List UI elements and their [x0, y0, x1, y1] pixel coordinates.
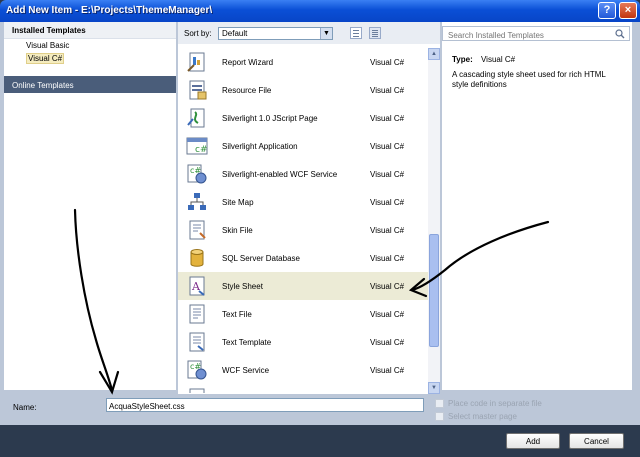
chevron-down-icon: ▼ — [431, 385, 437, 391]
template-categories: Installed Templates Visual Basic Visual … — [4, 22, 176, 390]
report-wizard-icon — [187, 52, 205, 72]
silverlight-app-icon: c# — [186, 137, 208, 155]
name-row: Name: Place code in separate file Select… — [0, 394, 640, 425]
database-icon — [190, 249, 204, 267]
dialog-body: Installed Templates Visual Basic Visual … — [0, 22, 640, 457]
text-file-icon — [189, 304, 205, 324]
details-pane: Type: Visual C# A cascading style sheet … — [442, 22, 632, 390]
template-row-silverlight-application[interactable]: c# Silverlight Application Visual C# — [178, 132, 428, 160]
partial-item-icon — [189, 388, 205, 393]
template-description: A cascading style sheet used for rich HT… — [452, 70, 606, 89]
template-language: Visual C# — [370, 254, 405, 263]
template-language: Visual C# — [370, 170, 405, 179]
cancel-button[interactable]: Cancel — [569, 433, 624, 449]
medium-icons-view-button[interactable] — [350, 27, 362, 39]
installed-templates-header[interactable]: Installed Templates — [4, 22, 176, 39]
template-language: Visual C# — [370, 366, 405, 375]
help-icon: ? — [603, 4, 611, 16]
add-button[interactable]: Add — [506, 433, 560, 449]
resource-file-icon — [189, 80, 207, 100]
template-language: Visual C# — [370, 58, 405, 67]
close-button[interactable]: × — [619, 2, 637, 19]
sort-value: Default — [222, 29, 248, 38]
help-button[interactable]: ? — [598, 2, 616, 19]
template-row-report-wizard[interactable]: Report Wizard Visual C# — [178, 48, 428, 76]
details-view-button[interactable] — [369, 27, 381, 39]
template-name: Text Template — [222, 338, 272, 347]
name-label: Name: — [13, 403, 37, 412]
scroll-up-button[interactable]: ▲ — [428, 48, 440, 60]
separate-code-label: Place code in separate file — [448, 399, 542, 408]
template-name: Resource File — [222, 86, 272, 95]
svg-text:c#: c# — [195, 145, 208, 155]
close-icon: × — [624, 4, 632, 16]
template-row-partial[interactable] — [178, 384, 428, 393]
template-name: Silverlight Application — [222, 142, 298, 151]
master-page-checkbox[interactable] — [435, 412, 444, 421]
separate-code-checkbox[interactable] — [435, 399, 444, 408]
title-bar: Add New Item - E:\Projects\ThemeManager\… — [0, 0, 640, 22]
template-name: Site Map — [222, 198, 254, 207]
text-template-icon — [189, 332, 205, 352]
template-name: SQL Server Database — [222, 254, 300, 263]
jscript-page-icon — [187, 108, 205, 128]
chevron-up-icon: ▲ — [431, 51, 437, 57]
template-language: Visual C# — [370, 310, 405, 319]
template-row-text-template[interactable]: Text Template Visual C# — [178, 328, 428, 356]
template-list-pane: Sort by: Default ▼ Report Wizard Visual … — [178, 22, 440, 394]
template-row-sql-server-database[interactable]: SQL Server Database Visual C# — [178, 244, 428, 272]
template-name: Report Wizard — [222, 58, 274, 67]
template-type: Type: Visual C# — [452, 55, 515, 64]
template-row-resource-file[interactable]: Resource File Visual C# — [178, 76, 428, 104]
sidebar-item-visual-basic[interactable]: Visual Basic — [4, 39, 176, 52]
template-language: Visual C# — [370, 142, 405, 151]
template-row-text-file[interactable]: Text File Visual C# — [178, 300, 428, 328]
chevron-down-icon[interactable]: ▼ — [320, 28, 332, 39]
template-row-style-sheet[interactable]: A Style Sheet Visual C# — [178, 272, 428, 300]
dialog-footer: Add Cancel — [0, 425, 640, 457]
skin-file-icon — [189, 220, 206, 240]
type-value: Visual C# — [480, 55, 516, 64]
online-templates-header[interactable]: Online Templates — [4, 76, 176, 93]
template-language: Visual C# — [370, 338, 405, 347]
sidebar-item-label: Visual Basic — [26, 41, 70, 50]
scroll-thumb[interactable] — [429, 234, 439, 347]
template-name: Skin File — [222, 226, 253, 235]
template-language: Visual C# — [370, 86, 405, 95]
template-row-silverlight-jscript-page[interactable]: Silverlight 1.0 JScript Page Visual C# — [178, 104, 428, 132]
list-toolbar: Sort by: Default ▼ — [178, 22, 440, 44]
template-language: Visual C# — [370, 282, 405, 291]
template-row-wcf-service[interactable]: c# WCF Service Visual C# — [178, 356, 428, 384]
wcf-service-icon: c# — [187, 360, 207, 380]
template-row-silverlight-wcf-service[interactable]: c# Silverlight-enabled WCF Service Visua… — [178, 160, 428, 188]
template-name: Silverlight 1.0 JScript Page — [222, 114, 318, 123]
style-sheet-icon: A — [189, 276, 205, 296]
template-name: Silverlight-enabled WCF Service — [222, 170, 338, 179]
template-row-site-map[interactable]: Site Map Visual C# — [178, 188, 428, 216]
type-label: Type: — [452, 55, 473, 64]
template-name: Style Sheet — [222, 282, 263, 291]
search-icon[interactable] — [615, 29, 625, 39]
template-list: Report Wizard Visual C# Resource File Vi… — [178, 48, 428, 393]
master-page-label: Select master page — [448, 412, 517, 421]
site-map-icon — [188, 193, 206, 210]
template-language: Visual C# — [370, 114, 405, 123]
template-name: WCF Service — [222, 366, 270, 375]
wcf-service-icon: c# — [187, 164, 207, 184]
sidebar-item-label: Visual C# — [26, 53, 65, 64]
scroll-down-button[interactable]: ▼ — [428, 382, 440, 394]
search-input[interactable] — [442, 26, 630, 41]
template-row-skin-file[interactable]: Skin File Visual C# — [178, 216, 428, 244]
window-title: Add New Item - E:\Projects\ThemeManager\ — [6, 5, 213, 16]
name-field[interactable] — [106, 398, 424, 412]
template-language: Visual C# — [370, 226, 405, 235]
sidebar-item-visual-csharp[interactable]: Visual C# — [4, 52, 176, 65]
template-language: Visual C# — [370, 198, 405, 207]
template-name: Text File — [222, 310, 252, 319]
sort-label: Sort by: — [184, 29, 212, 38]
template-list-scrollbar[interactable]: ▲ ▼ — [428, 48, 440, 394]
sort-select[interactable]: Default ▼ — [218, 27, 333, 40]
